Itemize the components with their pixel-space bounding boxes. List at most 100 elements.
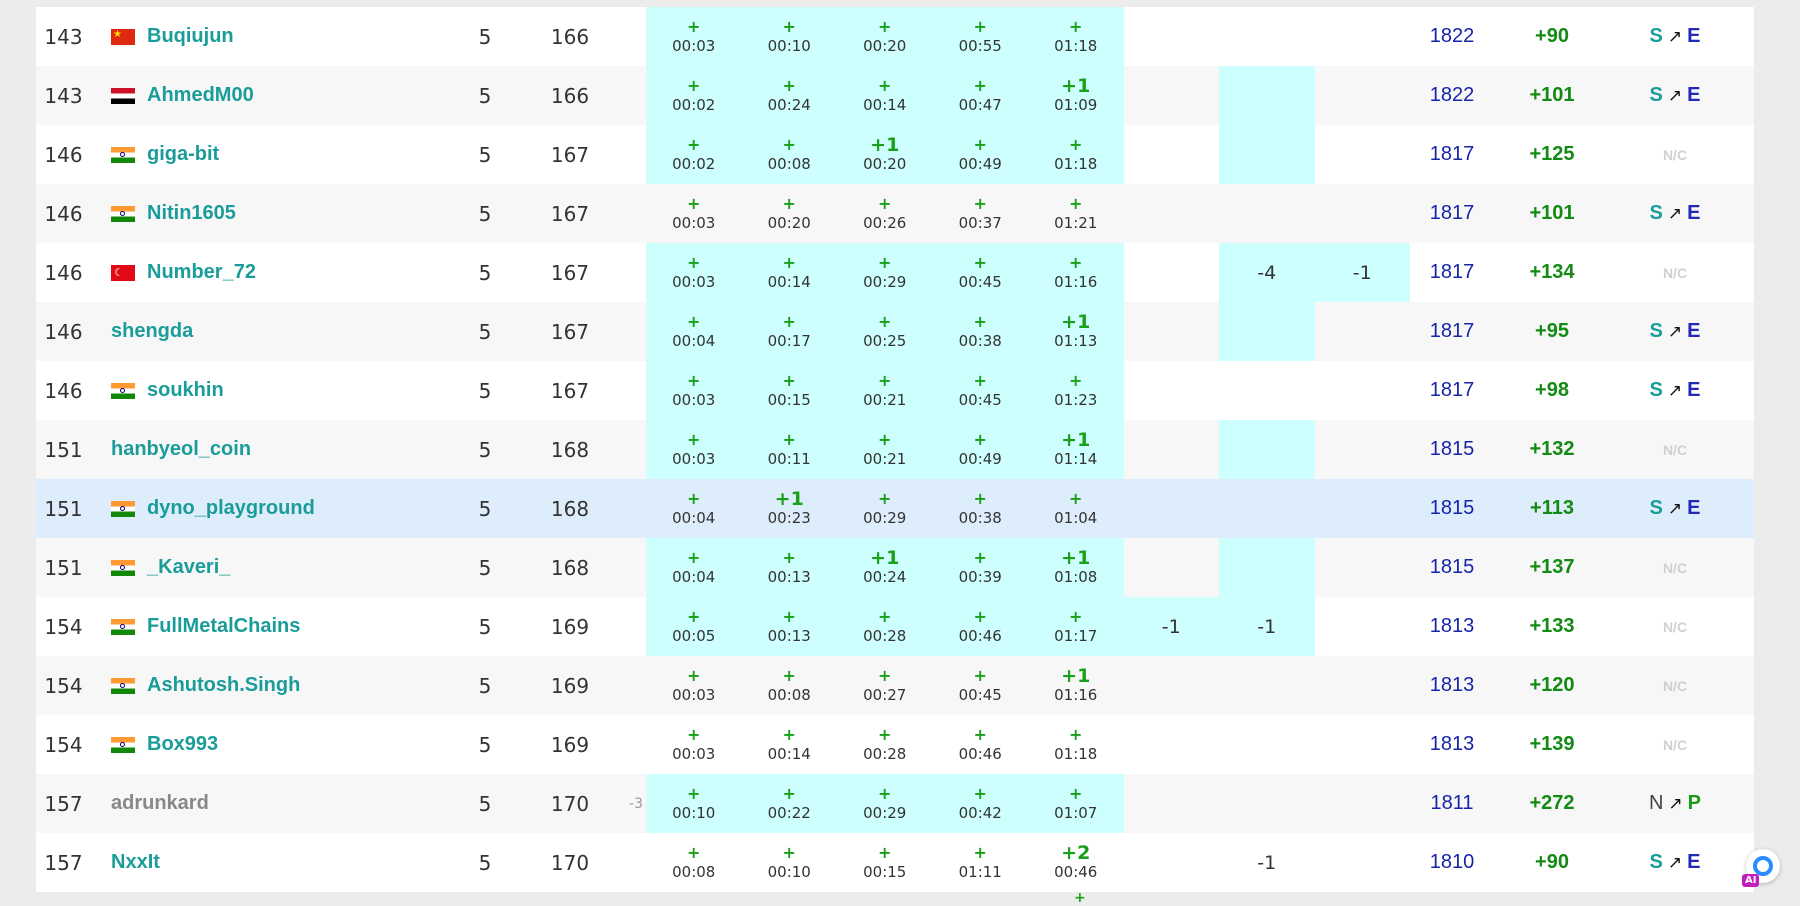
problem-cell[interactable] — [1219, 302, 1315, 361]
problem-cell[interactable]: +00:10 — [646, 774, 742, 833]
problem-cell[interactable]: +00:45 — [932, 361, 1028, 420]
participant-handle-link[interactable]: Nitin1605 — [147, 202, 236, 225]
problem-cell[interactable]: +00:04 — [646, 479, 742, 538]
problem-cell[interactable]: +00:05 — [646, 597, 742, 656]
problem-cell[interactable]: +00:03 — [646, 361, 742, 420]
problem-cell[interactable]: +00:20 — [837, 7, 933, 66]
problem-cell[interactable]: +2 00:46 — [1028, 833, 1124, 892]
problem-cell[interactable] — [1315, 302, 1411, 361]
ai-assistant-button[interactable]: AI — [1742, 849, 1780, 887]
problem-cell[interactable]: +00:14 — [742, 715, 838, 774]
problem-cell[interactable]: +1 00:24 — [837, 538, 933, 597]
problem-cell[interactable]: +00:49 — [932, 125, 1028, 184]
problem-cell[interactable]: +00:46 — [932, 597, 1028, 656]
problem-cell[interactable]: +00:29 — [837, 774, 933, 833]
problem-cell[interactable]: +00:03 — [646, 656, 742, 715]
problem-cell[interactable] — [1124, 302, 1220, 361]
participant-handle-link[interactable]: adrunkard — [111, 792, 209, 815]
problem-cell[interactable]: +00:04 — [646, 302, 742, 361]
problem-cell[interactable] — [1315, 125, 1411, 184]
problem-cell[interactable]: +00:14 — [741, 243, 837, 302]
problem-cell[interactable] — [1124, 656, 1220, 715]
problem-cell[interactable]: +00:21 — [837, 361, 933, 420]
problem-cell[interactable]: +00:15 — [837, 833, 933, 892]
problem-cell[interactable] — [1315, 597, 1411, 656]
participant-handle-link[interactable]: giga-bit — [147, 143, 219, 166]
problem-cell[interactable] — [1315, 715, 1411, 774]
participant-handle-link[interactable]: hanbyeol_coin — [111, 438, 251, 461]
problem-cell[interactable] — [1219, 66, 1315, 125]
problem-cell[interactable]: +00:21 — [837, 420, 933, 479]
problem-cell[interactable]: +01:21 — [1028, 184, 1124, 243]
problem-cell[interactable] — [1315, 538, 1411, 597]
problem-cell[interactable] — [1315, 479, 1411, 538]
problem-cell[interactable]: +00:37 — [933, 184, 1029, 243]
problem-cell[interactable]: +00:27 — [837, 656, 933, 715]
problem-cell[interactable] — [1124, 479, 1220, 538]
problem-cell[interactable]: +01:23 — [1028, 361, 1124, 420]
problem-cell[interactable] — [1219, 479, 1315, 538]
problem-cell[interactable]: +00:03 — [646, 184, 742, 243]
problem-cell[interactable] — [1124, 833, 1220, 892]
problem-cell[interactable] — [1124, 361, 1220, 420]
problem-cell[interactable]: +00:47 — [932, 66, 1028, 125]
problem-cell[interactable]: -1 — [1314, 243, 1410, 302]
problem-cell[interactable]: +00:10 — [741, 7, 837, 66]
problem-cell[interactable]: +00:38 — [933, 479, 1029, 538]
problem-cell[interactable]: +00:39 — [932, 538, 1028, 597]
participant-handle-link[interactable]: _Kaveri_ — [147, 556, 230, 579]
problem-cell[interactable] — [1315, 420, 1411, 479]
problem-cell[interactable]: +1 00:23 — [742, 479, 838, 538]
problem-cell[interactable]: +00:13 — [741, 538, 837, 597]
problem-cell[interactable]: +00:03 — [646, 420, 742, 479]
problem-cell[interactable] — [1219, 538, 1315, 597]
participant-handle-link[interactable]: Box993 — [147, 733, 218, 756]
problem-cell[interactable]: +1 01:08 — [1028, 538, 1124, 597]
problem-cell[interactable]: +00:02 — [646, 125, 742, 184]
problem-cell[interactable]: +00:02 — [646, 66, 742, 125]
problem-cell[interactable]: +00:38 — [932, 302, 1028, 361]
problem-cell[interactable] — [1124, 7, 1220, 66]
problem-cell[interactable]: +00:08 — [646, 833, 742, 892]
problem-cell[interactable] — [1124, 538, 1220, 597]
participant-handle-link[interactable]: NxxIt — [111, 851, 160, 874]
problem-cell[interactable]: +00:20 — [742, 184, 838, 243]
problem-cell[interactable]: +00:26 — [837, 184, 933, 243]
participant-handle-link[interactable]: Buqiujun — [147, 25, 234, 48]
problem-cell[interactable]: +1 00:20 — [837, 125, 933, 184]
problem-cell[interactable]: -4 — [1219, 243, 1315, 302]
problem-cell[interactable]: +01:04 — [1028, 479, 1124, 538]
problem-cell[interactable]: +00:11 — [741, 420, 837, 479]
problem-cell[interactable] — [1219, 7, 1315, 66]
problem-cell[interactable]: +1 01:13 — [1028, 302, 1124, 361]
problem-cell[interactable] — [1124, 184, 1220, 243]
problem-cell[interactable]: +01:11 — [933, 833, 1029, 892]
problem-cell[interactable] — [1219, 125, 1315, 184]
problem-cell[interactable] — [1219, 184, 1315, 243]
problem-cell[interactable]: +01:18 — [1028, 715, 1124, 774]
participant-handle-link[interactable]: Number_72 — [147, 261, 256, 284]
problem-cell[interactable]: +00:42 — [932, 774, 1028, 833]
problem-cell[interactable]: +00:13 — [741, 597, 837, 656]
problem-cell[interactable]: +00:17 — [741, 302, 837, 361]
problem-cell[interactable]: +1 01:14 — [1028, 420, 1124, 479]
problem-cell[interactable]: +00:14 — [837, 66, 933, 125]
problem-cell[interactable]: +00:46 — [933, 715, 1029, 774]
problem-cell[interactable] — [1315, 833, 1411, 892]
problem-cell[interactable] — [1124, 125, 1220, 184]
problem-cell[interactable]: +00:15 — [741, 361, 837, 420]
problem-cell[interactable]: +01:17 — [1028, 597, 1124, 656]
problem-cell[interactable] — [1219, 774, 1315, 833]
problem-cell[interactable] — [1315, 184, 1411, 243]
problem-cell[interactable]: +01:07 — [1028, 774, 1124, 833]
participant-handle-link[interactable]: shengda — [111, 320, 193, 343]
problem-cell[interactable] — [1315, 774, 1411, 833]
problem-cell[interactable] — [1315, 361, 1411, 420]
problem-cell[interactable] — [1219, 420, 1315, 479]
problem-cell[interactable] — [1219, 361, 1315, 420]
problem-cell[interactable]: +01:18 — [1028, 125, 1124, 184]
problem-cell[interactable] — [1124, 66, 1220, 125]
problem-cell[interactable]: -1 — [1123, 597, 1219, 656]
participant-handle-link[interactable]: dyno_playground — [147, 497, 315, 520]
problem-cell[interactable]: -1 — [1219, 833, 1315, 892]
